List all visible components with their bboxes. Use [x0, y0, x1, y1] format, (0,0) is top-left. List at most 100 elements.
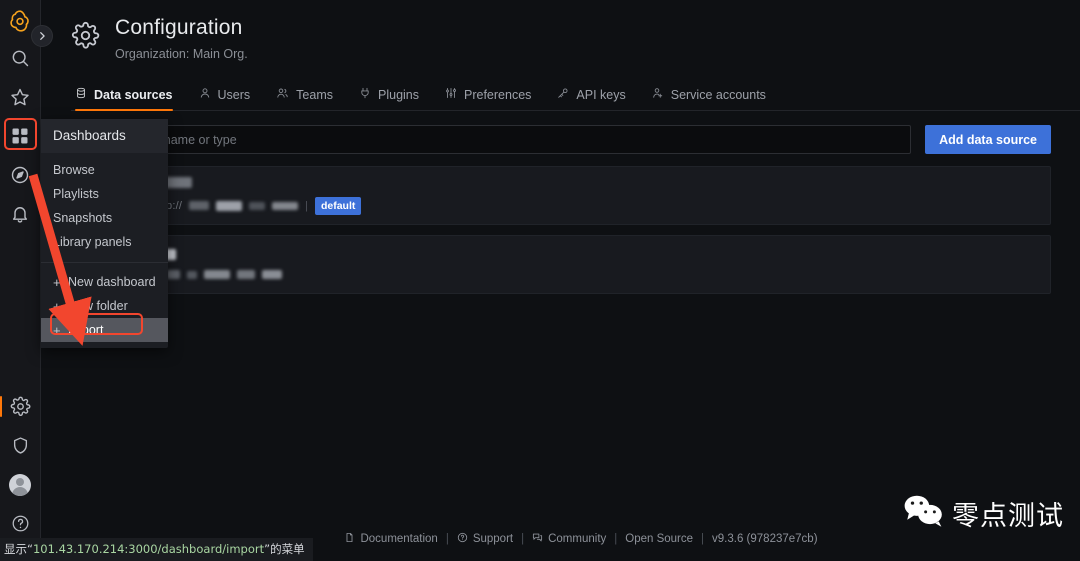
watermark: 零点测试 [902, 494, 1064, 533]
status-badge: default [314, 196, 362, 215]
page-header: Configuration Organization: Main Org. [41, 0, 1080, 61]
tab-label: Preferences [464, 87, 532, 102]
wechat-icon [902, 494, 944, 533]
profile-avatar[interactable] [0, 465, 41, 504]
question-circle-icon [457, 532, 468, 546]
datasource-row[interactable]: 3 | http:// | default [70, 166, 1051, 226]
footer-version: v9.3.6 (978237e7cb) [712, 533, 818, 545]
main-content: Configuration Organization: Main Org. Da… [41, 0, 1080, 561]
meta-separator: | [305, 199, 308, 212]
add-data-source-button[interactable]: Add data source [925, 125, 1051, 155]
database-icon [75, 87, 87, 102]
footer-separator: | [701, 533, 705, 545]
key-icon [557, 87, 569, 102]
tab-api-keys[interactable]: API keys [544, 87, 638, 110]
tab-teams[interactable]: Teams [263, 87, 346, 110]
menu-item-label: New dashboard [68, 275, 156, 289]
status-prefix: 显示“ [4, 542, 33, 556]
footer-link-label: Open Source [625, 533, 694, 545]
datasource-meta: | [130, 269, 1036, 281]
footer-link-label: Community [548, 533, 607, 545]
footer-community-link[interactable]: Community [532, 532, 606, 546]
datasources-toolbar: Add data source [70, 125, 1051, 155]
tab-plugins[interactable]: Plugins [346, 87, 432, 110]
menu-item-browse[interactable]: Browse [41, 158, 168, 182]
starred-icon[interactable] [0, 77, 41, 116]
datasource-row[interactable]: | [70, 235, 1051, 295]
page-header-text: Configuration Organization: Main Org. [115, 15, 248, 61]
sidebar-bottom-group [0, 387, 40, 561]
grafana-app-window: Configuration Organization: Main Org. Da… [0, 0, 1080, 561]
browser-status-bar: 显示“101.43.170.214:3000/dashboard/import”… [0, 538, 313, 561]
plus-icon: + [53, 274, 61, 290]
menu-header[interactable]: Dashboards [41, 119, 168, 153]
menu-nav-section: Browse Playlists Snapshots Library panel… [41, 153, 168, 260]
menu-item-library-panels[interactable]: Library panels [41, 230, 168, 254]
menu-item-label: New folder [68, 299, 128, 313]
expand-sidebar-button[interactable] [31, 25, 53, 47]
watermark-text: 零点测试 [952, 501, 1064, 532]
status-suffix: ”的菜单 [264, 542, 305, 556]
tab-label: Teams [296, 87, 333, 102]
explore-compass-icon[interactable] [0, 155, 41, 194]
document-icon [344, 532, 355, 546]
tab-label: Plugins [378, 87, 419, 102]
tab-service-accounts[interactable]: Service accounts [639, 87, 779, 110]
datasource-url-redacted-b [216, 200, 243, 211]
menu-item-snapshots[interactable]: Snapshots [41, 206, 168, 230]
search-input[interactable] [70, 125, 912, 155]
datasources-pane: Add data source 3 | http:// [41, 111, 1080, 295]
sidebar-item-dashboards[interactable] [0, 116, 41, 155]
tab-label: Service accounts [670, 87, 766, 102]
datasource-meta-redacted-c [166, 270, 180, 280]
sliders-icon [445, 87, 457, 102]
menu-item-new-folder[interactable]: + New folder [41, 294, 168, 318]
server-admin-shield-icon[interactable] [0, 426, 41, 465]
page-subtitle: Organization: Main Org. [115, 47, 248, 62]
users-icon [276, 87, 289, 102]
datasource-meta-redacted-g [261, 270, 282, 280]
footer-documentation-link[interactable]: Documentation [344, 532, 438, 546]
menu-item-label: Playlists [53, 187, 99, 201]
plus-icon: + [53, 322, 61, 338]
status-url: 101.43.170.214:3000/dashboard/import [32, 542, 265, 556]
menu-item-label: Library panels [53, 235, 132, 249]
sidebar-item-configuration[interactable] [0, 387, 41, 426]
menu-item-label: Browse [53, 163, 95, 177]
footer-separator: | [614, 533, 618, 545]
tab-label: Users [217, 87, 251, 102]
tab-users[interactable]: Users [186, 87, 264, 110]
comments-icon [532, 532, 543, 546]
left-sidebar [0, 0, 41, 561]
tab-preferences[interactable]: Preferences [432, 87, 544, 110]
alerting-bell-icon[interactable] [0, 194, 41, 233]
menu-item-label: Import [68, 323, 104, 337]
datasource-meta-redacted-d [186, 270, 197, 279]
tab-data-sources[interactable]: Data sources [71, 87, 186, 112]
tab-label: Data sources [94, 87, 173, 102]
datasource-url-redacted-a [189, 201, 210, 211]
footer-version-label: v9.3.6 (978237e7cb) [712, 533, 818, 545]
footer-open-source-link[interactable]: Open Source [625, 533, 693, 545]
footer-separator: | [521, 533, 525, 545]
footer-support-link[interactable]: Support [457, 532, 513, 546]
menu-create-section: + New dashboard + New folder + Import [41, 265, 168, 348]
datasource-info: | [130, 248, 1036, 281]
datasource-list: 3 | http:// | default [70, 166, 1051, 295]
plus-icon: + [53, 298, 61, 314]
menu-divider [41, 262, 168, 263]
dashboards-flyout-menu: Dashboards Browse Playlists Snapshots Li… [41, 119, 168, 348]
datasource-url-redacted-c [249, 201, 266, 210]
menu-item-playlists[interactable]: Playlists [41, 182, 168, 206]
search-field-wrapper [70, 125, 912, 155]
datasource-url-redacted-d [272, 201, 299, 210]
menu-item-label: Snapshots [53, 211, 113, 225]
page-title: Configuration [115, 16, 243, 39]
menu-item-new-dashboard[interactable]: + New dashboard [41, 270, 168, 294]
service-account-icon [652, 87, 664, 102]
footer-link-label: Documentation [360, 533, 438, 545]
datasource-info: 3 | http:// | default [130, 176, 1036, 215]
datasource-meta: 3 | http:// | default [130, 196, 1036, 215]
menu-item-import[interactable]: + Import [41, 318, 168, 342]
footer-link-label: Support [472, 533, 514, 545]
